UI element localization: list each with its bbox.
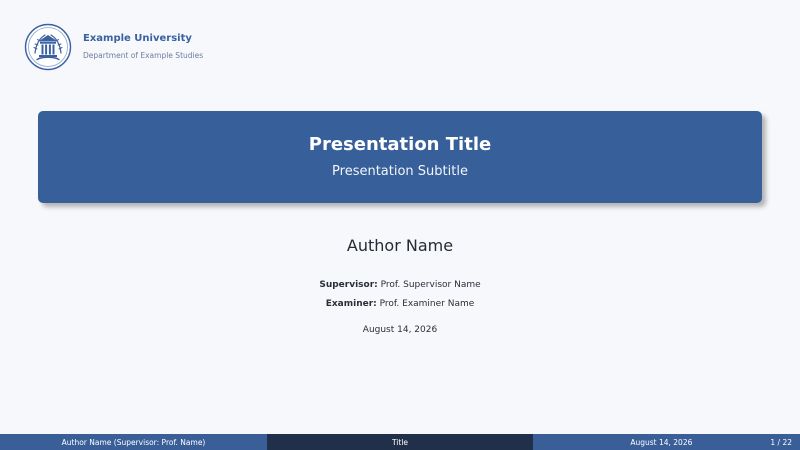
examiner-label: Examiner: [325, 299, 377, 309]
supervisor-line: Supervisor: Prof. Supervisor Name [0, 276, 800, 295]
footer-title-text: Title [391, 437, 409, 447]
department-name: Department of Example Studies [83, 51, 204, 60]
presentation-date: August 14, 2026 [362, 325, 438, 335]
university-seal-icon [24, 23, 72, 71]
footer-author-text: Author Name (Supervisor: Prof. Name) [61, 437, 206, 447]
examiner-line: Examiner: Prof. Examiner Name [0, 295, 800, 314]
presentation-subtitle: Presentation Subtitle [332, 164, 468, 179]
footer-date: August 14, 2026 [630, 437, 693, 447]
university-header: Example University Department of Example… [24, 23, 203, 71]
footer-title: Title [267, 434, 533, 450]
footer-bar: Author Name (Supervisor: Prof. Name) Tit… [0, 434, 800, 450]
presentation-title: Presentation Title [308, 134, 492, 155]
supervisor-label: Supervisor: [319, 280, 378, 290]
slide: Example University Department of Example… [0, 0, 800, 450]
supervisor-name: Prof. Supervisor Name [380, 280, 481, 290]
examiner-name: Prof. Examiner Name [379, 299, 475, 309]
title-block: Presentation Title Presentation Subtitle [38, 111, 762, 203]
supervision-details: Supervisor: Prof. Supervisor Name Examin… [0, 276, 800, 314]
footer-author: Author Name (Supervisor: Prof. Name) [0, 434, 267, 450]
footer-meta: August 14, 2026 1 / 22 [533, 434, 800, 450]
university-text: Example University Department of Example… [83, 33, 203, 61]
author-name: Author Name [346, 236, 454, 255]
university-name: Example University [83, 33, 192, 44]
page-number: 1 / 22 [770, 437, 792, 447]
